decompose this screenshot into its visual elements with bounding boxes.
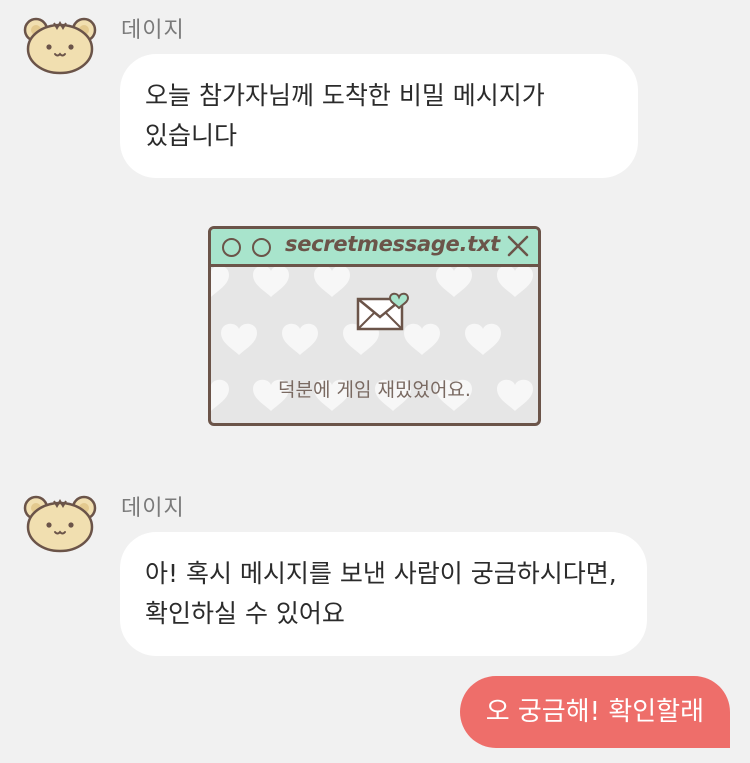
window-dot-icon [222, 238, 241, 257]
outgoing-message-bubble[interactable]: 오 궁금해! 확인할래 [459, 676, 730, 748]
bear-avatar-icon[interactable] [22, 14, 98, 76]
chat-view: 데이지 오늘 참가자님께 도착한 비밀 메시지가 있습니다 secretmess… [0, 0, 750, 763]
incoming-message-bubble: 아! 혹시 메시지를 보낸 사람이 궁금하시다면, 확인하실 수 있어요 [120, 532, 647, 656]
secret-message-card[interactable]: secretmessage.txt 덕분에 게임 재밌었어요. [208, 226, 541, 426]
card-message-text: 덕분에 게임 재밌었어요. [278, 379, 471, 401]
bear-avatar-icon[interactable] [22, 492, 98, 554]
envelope-heart-icon [356, 292, 410, 331]
sender-name: 데이지 [121, 18, 185, 43]
card-title: secretmessage.txt [285, 232, 500, 256]
card-body: 덕분에 게임 재밌었어요. [211, 267, 538, 423]
sender-name: 데이지 [121, 496, 185, 521]
close-icon[interactable] [507, 235, 529, 257]
incoming-message-bubble: 오늘 참가자님께 도착한 비밀 메시지가 있습니다 [120, 54, 638, 178]
window-dot-icon [252, 238, 271, 257]
card-title-bar: secretmessage.txt [211, 229, 538, 267]
